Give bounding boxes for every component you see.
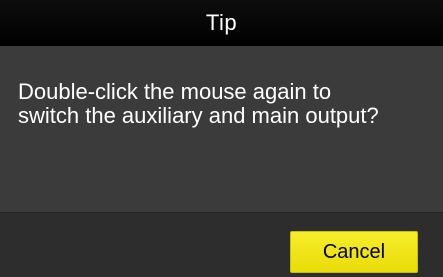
cancel-button-label: Cancel bbox=[322, 240, 386, 263]
dialog-footer: Cancel bbox=[0, 212, 443, 277]
dialog-title-bar: Tip bbox=[0, 0, 443, 46]
tip-dialog: Tip Double-click the mouse again to swit… bbox=[0, 0, 443, 277]
dialog-title: Tip bbox=[205, 10, 238, 35]
dialog-message: Double-click the mouse again to switch t… bbox=[18, 79, 379, 128]
dialog-body: Double-click the mouse again to switch t… bbox=[0, 46, 443, 212]
cancel-button[interactable]: Cancel bbox=[290, 231, 418, 273]
